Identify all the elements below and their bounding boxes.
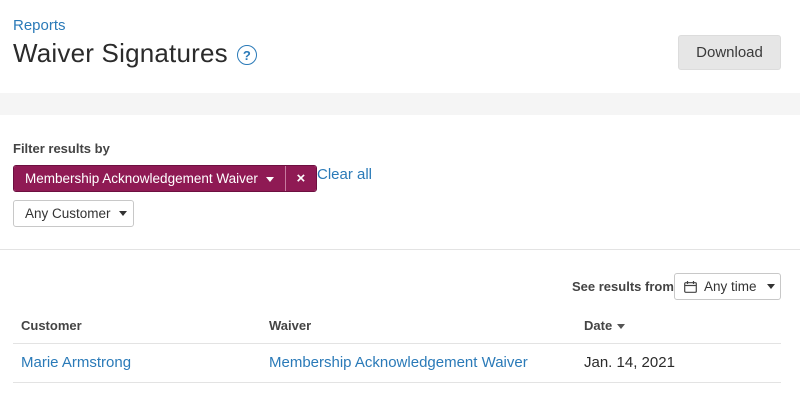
time-range-dropdown[interactable]: Any time [674, 273, 781, 300]
see-results-label: See results from [572, 279, 674, 294]
title-row: Waiver Signatures ? [13, 38, 257, 69]
caret-down-icon [265, 176, 274, 182]
column-header-date[interactable]: Date [584, 318, 626, 333]
customer-filter-label: Any Customer [25, 206, 111, 221]
column-header-customer: Customer [21, 318, 82, 333]
waiver-filter-dropdown[interactable]: Membership Acknowledgement Waiver [14, 166, 285, 191]
column-header-date-label: Date [584, 318, 613, 333]
table-header-divider [13, 343, 781, 344]
help-icon[interactable]: ? [236, 45, 257, 65]
header-band [0, 93, 800, 115]
download-button[interactable]: Download [678, 35, 781, 70]
close-icon[interactable]: × [284, 166, 316, 191]
breadcrumb-reports[interactable]: Reports [13, 17, 66, 34]
row-customer-link[interactable]: Marie Armstrong [21, 354, 131, 371]
time-range-label: Any time [704, 279, 757, 294]
active-filter-chip: Membership Acknowledgement Waiver × [13, 165, 317, 192]
section-divider [0, 249, 800, 250]
calendar-icon [684, 280, 697, 293]
row-waiver-link[interactable]: Membership Acknowledgement Waiver [269, 354, 528, 371]
column-header-waiver: Waiver [269, 318, 312, 333]
customer-filter-dropdown[interactable]: Any Customer [13, 200, 134, 227]
table-row-divider [13, 382, 781, 383]
sort-desc-icon [617, 324, 626, 329]
waiver-filter-label: Membership Acknowledgement Waiver [25, 171, 258, 186]
caret-down-icon [766, 284, 775, 289]
clear-all-link[interactable]: Clear all [317, 166, 372, 183]
row-date: Jan. 14, 2021 [584, 354, 675, 371]
filter-label: Filter results by [13, 141, 110, 156]
page-title: Waiver Signatures [13, 38, 228, 68]
page-header: Reports Waiver Signatures ? Download [0, 0, 800, 93]
caret-down-icon [118, 211, 127, 216]
